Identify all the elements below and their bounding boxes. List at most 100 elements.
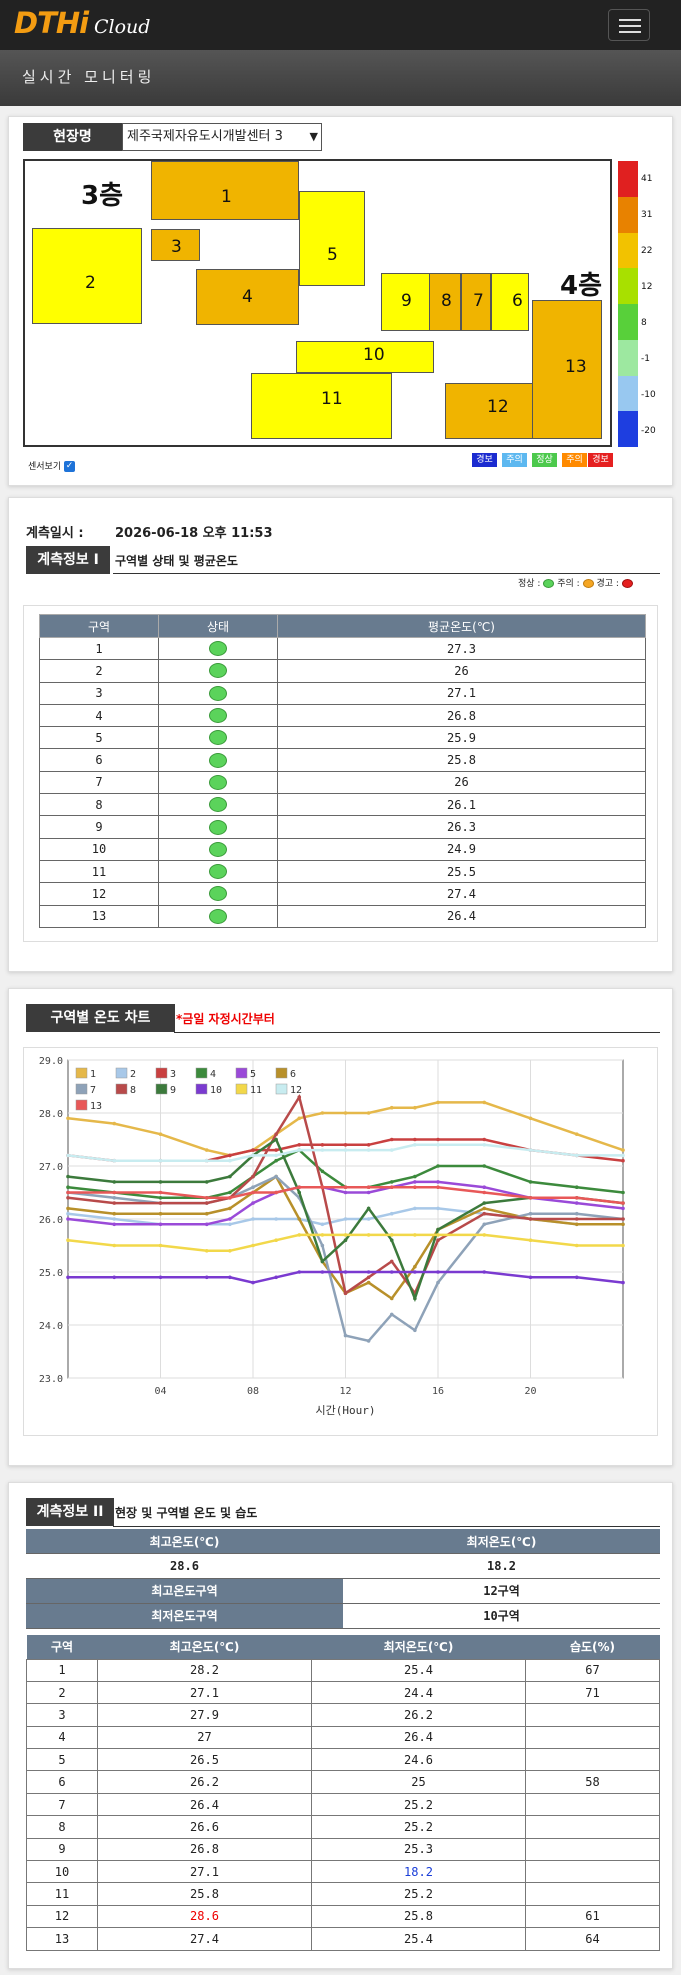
cell-zone: 13 [26,1927,98,1951]
legend-caution-low: 주의 [502,453,527,467]
series-point-10 [204,1275,209,1280]
legend-swatch [195,1083,208,1095]
series-point-5 [251,1201,255,1205]
max-zone-value: 12구역 [343,1578,660,1604]
series-point-1 [413,1105,417,1110]
cell-max: 27.4 [97,1927,312,1951]
floor-plan-map: 3층 4층 1 2 3 4 5 6 7 8 9 10 11 12 13 [23,159,612,447]
series-point-13 [574,1196,579,1200]
series-point-11 [112,1243,117,1248]
series-point-8 [366,1275,371,1280]
floor-3-label: 3층 [81,181,124,211]
cell-humidity: 71 [525,1680,660,1705]
series-point-13 [366,1185,371,1189]
cell-zone: 2 [26,1680,98,1705]
series-point-3 [297,1143,302,1147]
series-point-7 [320,1243,325,1248]
cell-max-highest: 28.6 [97,1904,312,1929]
col-avg-temp: 평균온도(℃) [277,614,646,638]
scale-swatch [618,339,638,376]
zone-6[interactable] [491,273,529,331]
table-row: 9 26.8 25.3 [26,1837,660,1862]
cell-humidity [525,1860,660,1884]
table-row: 10 27.1 18.2 [26,1860,660,1884]
series-point-5 [436,1180,440,1184]
series-point-10 [574,1275,579,1280]
cell-avg: 26 [277,770,646,795]
series-point-6 [297,1217,302,1221]
legend-label: 3 [170,1069,176,1080]
series-point-9 [66,1174,70,1179]
table-row: 1 27.3 [39,636,646,661]
series-point-13 [389,1185,394,1189]
series-point-1 [297,1116,302,1121]
series-point-13 [112,1190,117,1195]
divider [174,1032,660,1033]
cell-avg: 25.9 [277,726,646,750]
series-point-12 [251,1153,255,1158]
y-tick-label: 24.0 [39,1321,63,1332]
sensor-toggle[interactable]: 센서보기 ✓ [28,459,75,472]
col-status: 상태 [158,614,278,638]
series-point-12 [320,1148,325,1152]
series-point-9 [297,1190,302,1195]
cell-status [158,659,278,683]
cell-max: 26.8 [97,1837,312,1862]
series-point-11 [274,1238,278,1242]
series-point-10 [112,1275,117,1280]
checkbox-checked-icon[interactable]: ✓ [64,461,75,472]
scale-label: -1 [641,354,650,364]
series-point-7 [389,1312,394,1317]
normal-status-icon [209,685,227,701]
table-row: 11 25.8 25.2 [26,1882,660,1906]
zone-5[interactable] [299,191,365,286]
cell-zone: 12 [39,882,159,906]
site-select[interactable]: 제주국제자유도시개발센터 3 ▼ [122,123,322,151]
cell-status [158,770,278,795]
series-point-10 [343,1270,348,1274]
info1-subtitle: 구역별 상태 및 평균온도 [115,554,238,568]
table-row: 9 26.3 [39,815,646,839]
legend-label: 1 [90,1069,96,1080]
normal-status-icon [209,730,227,746]
y-tick-label: 23.0 [39,1374,63,1385]
series-point-8 [158,1201,163,1205]
table-row: 5 26.5 24.6 [26,1748,660,1772]
temperature-line-chart: 23.024.025.026.027.028.029.004 08 12 16 20시간… [39,1056,625,1417]
series-point-11 [204,1249,209,1253]
status-legend: 정상 : 주의 : 경고 : [518,576,633,589]
series-point-2 [436,1206,440,1211]
series-point-4 [528,1180,533,1184]
series-point-13 [274,1190,278,1195]
series-point-11 [389,1233,394,1237]
series-point-1 [528,1116,533,1121]
chart-note: *금일 자정시간부터 [176,1012,275,1026]
zone-number: 4 [242,287,253,307]
series-point-4 [436,1164,440,1168]
series-point-4 [274,1158,278,1163]
max-temp-value: 28.6 [26,1553,343,1580]
scale-swatch [618,161,638,197]
cell-humidity [525,1725,660,1750]
series-point-5 [228,1217,232,1221]
series-point-12 [158,1158,163,1163]
legend-swatch [115,1067,128,1079]
series-point-6 [389,1296,394,1301]
cell-status [158,815,278,839]
series-point-7 [413,1328,417,1333]
series-point-11 [482,1233,487,1237]
series-point-7 [528,1211,533,1216]
x-tick-label: 20 [524,1386,536,1397]
series-point-7 [482,1222,487,1227]
legend-label: 6 [290,1069,296,1080]
series-point-13 [251,1190,255,1195]
hamburger-menu-button[interactable] [608,9,650,41]
scale-swatch [618,196,638,233]
series-point-9 [228,1174,232,1179]
zone-number: 1 [221,187,232,207]
normal-status-icon [209,663,227,679]
caution-status-icon [582,579,594,588]
series-point-12 [389,1148,394,1152]
cell-status [158,681,278,705]
series-point-13 [343,1185,348,1189]
